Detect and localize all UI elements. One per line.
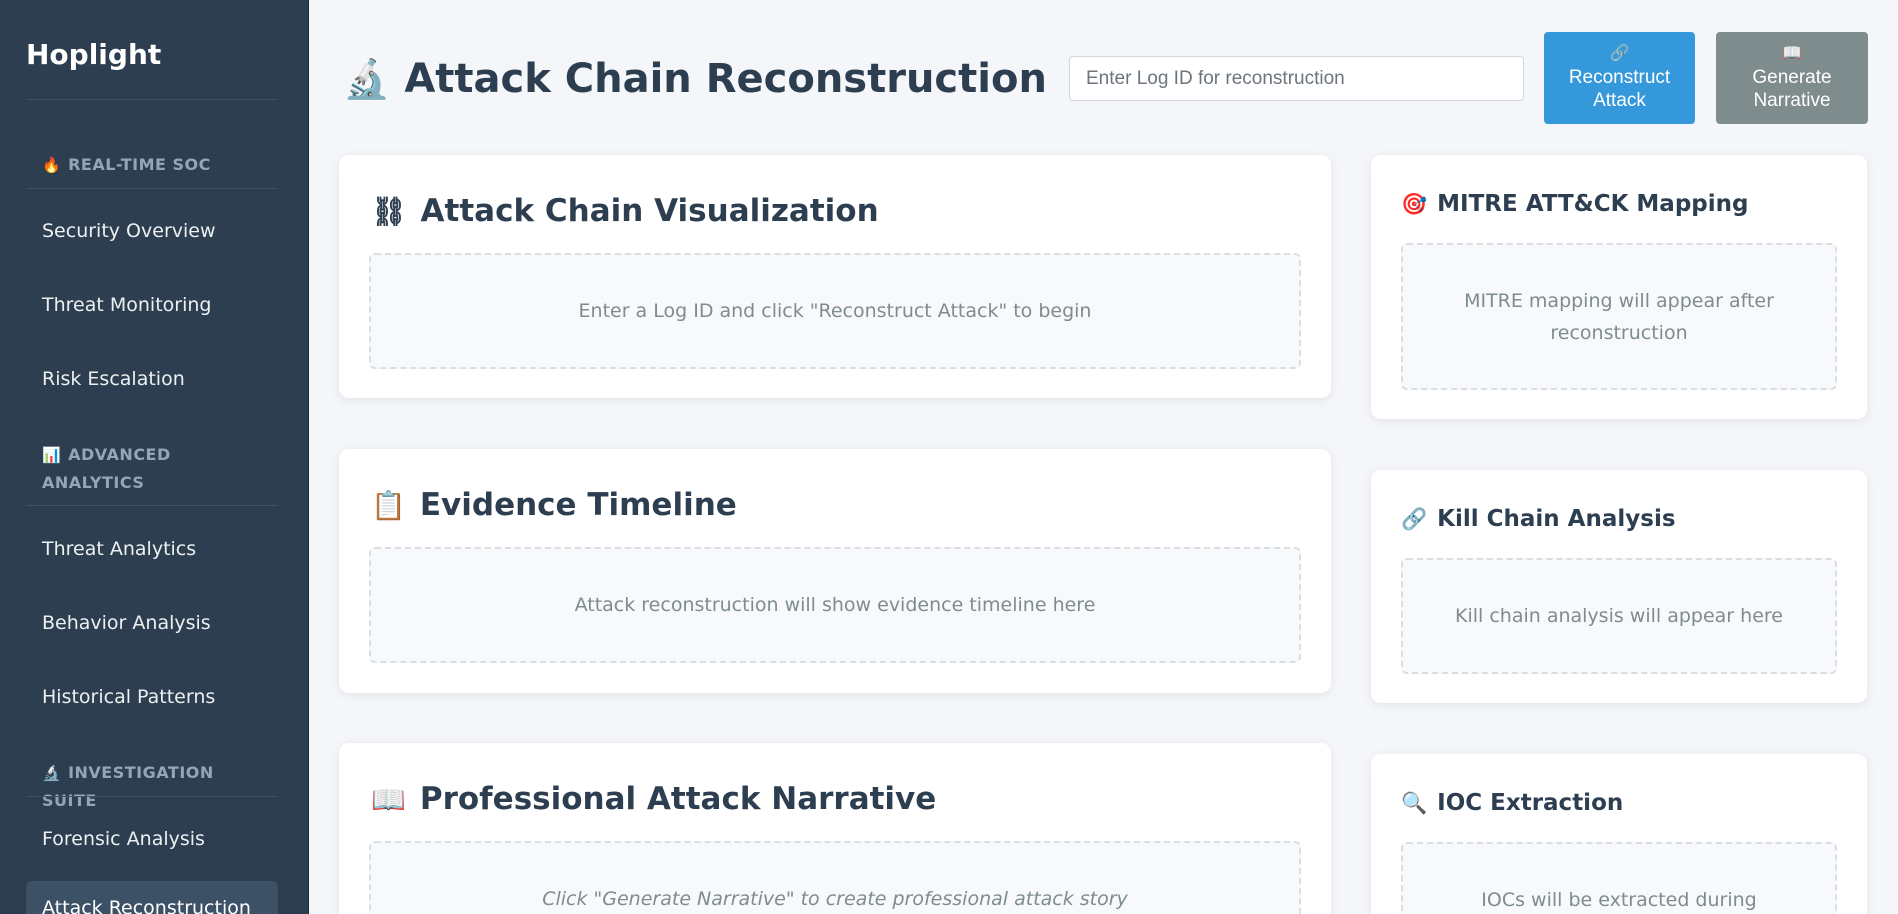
narrative-placeholder: Click "Generate Narrative" to create pro… [369,841,1301,914]
section-real-time-soc: 🔥 REAL-TIME SOC [42,151,272,179]
card-title: ⛓ Attack Chain Visualization [371,193,879,229]
sidebar-item-threat-analytics[interactable]: Threat Analytics [42,538,278,560]
kill-chain-analysis-card: 🔗 Kill Chain Analysis Kill chain analysi… [1371,470,1867,703]
brand-logo: Hoplight [26,38,162,71]
page-title: 🔬 Attack Chain Reconstruction [343,56,1047,102]
card-title: 🎯 MITRE ATT&CK Mapping [1401,191,1748,217]
mitre-placeholder: MITRE mapping will appear after reconstr… [1401,243,1837,390]
button-label-line2: Narrative [1753,90,1831,111]
book-icon: 📖 [1782,45,1802,62]
chain-icon: ⛓ [371,194,407,228]
section-label: REAL-TIME SOC [68,155,211,174]
link-icon: 🔗 [1401,506,1428,531]
card-title-text: MITRE ATT&CK Mapping [1437,191,1749,217]
card-title-text: Professional Attack Narrative [419,781,937,817]
section-advanced-analytics: 📊 ADVANCED ANALYTICS [42,441,212,496]
reconstruct-attack-button[interactable]: 🔗 Reconstruct Attack [1544,32,1695,124]
sidebar-item-behavior-analysis[interactable]: Behavior Analysis [42,612,278,634]
fire-icon: 🔥 [42,156,62,174]
section-label: INVESTIGATION SUITE [42,763,214,810]
mitre-mapping-card: 🎯 MITRE ATT&CK Mapping MITRE mapping wil… [1371,155,1867,419]
microscope-icon: 🔬 [343,56,391,101]
sidebar-item-label: Attack Reconstruction [42,897,251,914]
evidence-timeline-card: 📋 Evidence Timeline Attack reconstructio… [339,449,1331,693]
sidebar-item-forensic-analysis[interactable]: Forensic Analysis [42,828,278,850]
generate-narrative-button[interactable]: 📖 Generate Narrative [1716,32,1868,124]
log-id-input[interactable] [1069,56,1524,101]
card-title-text: IOC Extraction [1437,790,1624,816]
sidebar-item-threat-monitoring[interactable]: Threat Monitoring [42,294,278,316]
ioc-placeholder: IOCs will be extracted during [1401,842,1837,914]
section-label: ADVANCED ANALYTICS [42,445,171,492]
card-title: 🔗 Kill Chain Analysis [1401,506,1676,532]
sidebar-item-security-overview[interactable]: Security Overview [42,220,278,242]
kill-chain-placeholder: Kill chain analysis will appear here [1401,558,1837,674]
timeline-placeholder: Attack reconstruction will show evidence… [369,547,1301,663]
placeholder-line: MITRE mapping will appear after [1464,289,1774,312]
card-title: 🔍 IOC Extraction [1401,790,1623,816]
sidebar-item-historical-patterns[interactable]: Historical Patterns [42,686,278,708]
button-label-line2: Attack [1593,90,1646,111]
card-title: 📋 Evidence Timeline [371,487,737,523]
card-title: 📖 Professional Attack Narrative [371,781,936,817]
bar-chart-icon: 📊 [42,446,62,464]
button-label-line1: Generate [1752,67,1832,88]
divider [26,188,278,189]
card-title-text: Attack Chain Visualization [420,193,879,229]
sidebar-item-attack-reconstruction[interactable]: Attack Reconstruction [26,881,278,914]
divider [26,796,278,797]
magnifier-icon: 🔍 [1401,790,1428,815]
placeholder-line: reconstruction [1550,321,1688,344]
microscope-icon: 🔬 [42,764,62,782]
divider [26,505,278,506]
attack-narrative-card: 📖 Professional Attack Narrative Click "G… [339,743,1331,914]
page-title-text: Attack Chain Reconstruction [404,56,1047,102]
card-title-text: Kill Chain Analysis [1437,506,1676,532]
ioc-extraction-card: 🔍 IOC Extraction IOCs will be extracted … [1371,754,1867,914]
attack-chain-visualization-card: ⛓ Attack Chain Visualization Enter a Log… [339,155,1331,398]
divider [26,99,278,100]
target-icon: 🎯 [1401,191,1428,216]
clipboard-icon: 📋 [371,488,406,522]
link-icon: 🔗 [1609,45,1630,62]
section-investigation-suite: 🔬 INVESTIGATION SUITE [42,759,272,814]
book-icon: 📖 [371,782,406,816]
sidebar: Hoplight 🔥 REAL-TIME SOC Security Overvi… [0,0,309,914]
card-title-text: Evidence Timeline [419,487,737,523]
button-label-line1: Reconstruct [1568,67,1671,88]
visualization-placeholder: Enter a Log ID and click "Reconstruct At… [369,253,1301,369]
sidebar-item-risk-escalation[interactable]: Risk Escalation [42,368,278,390]
